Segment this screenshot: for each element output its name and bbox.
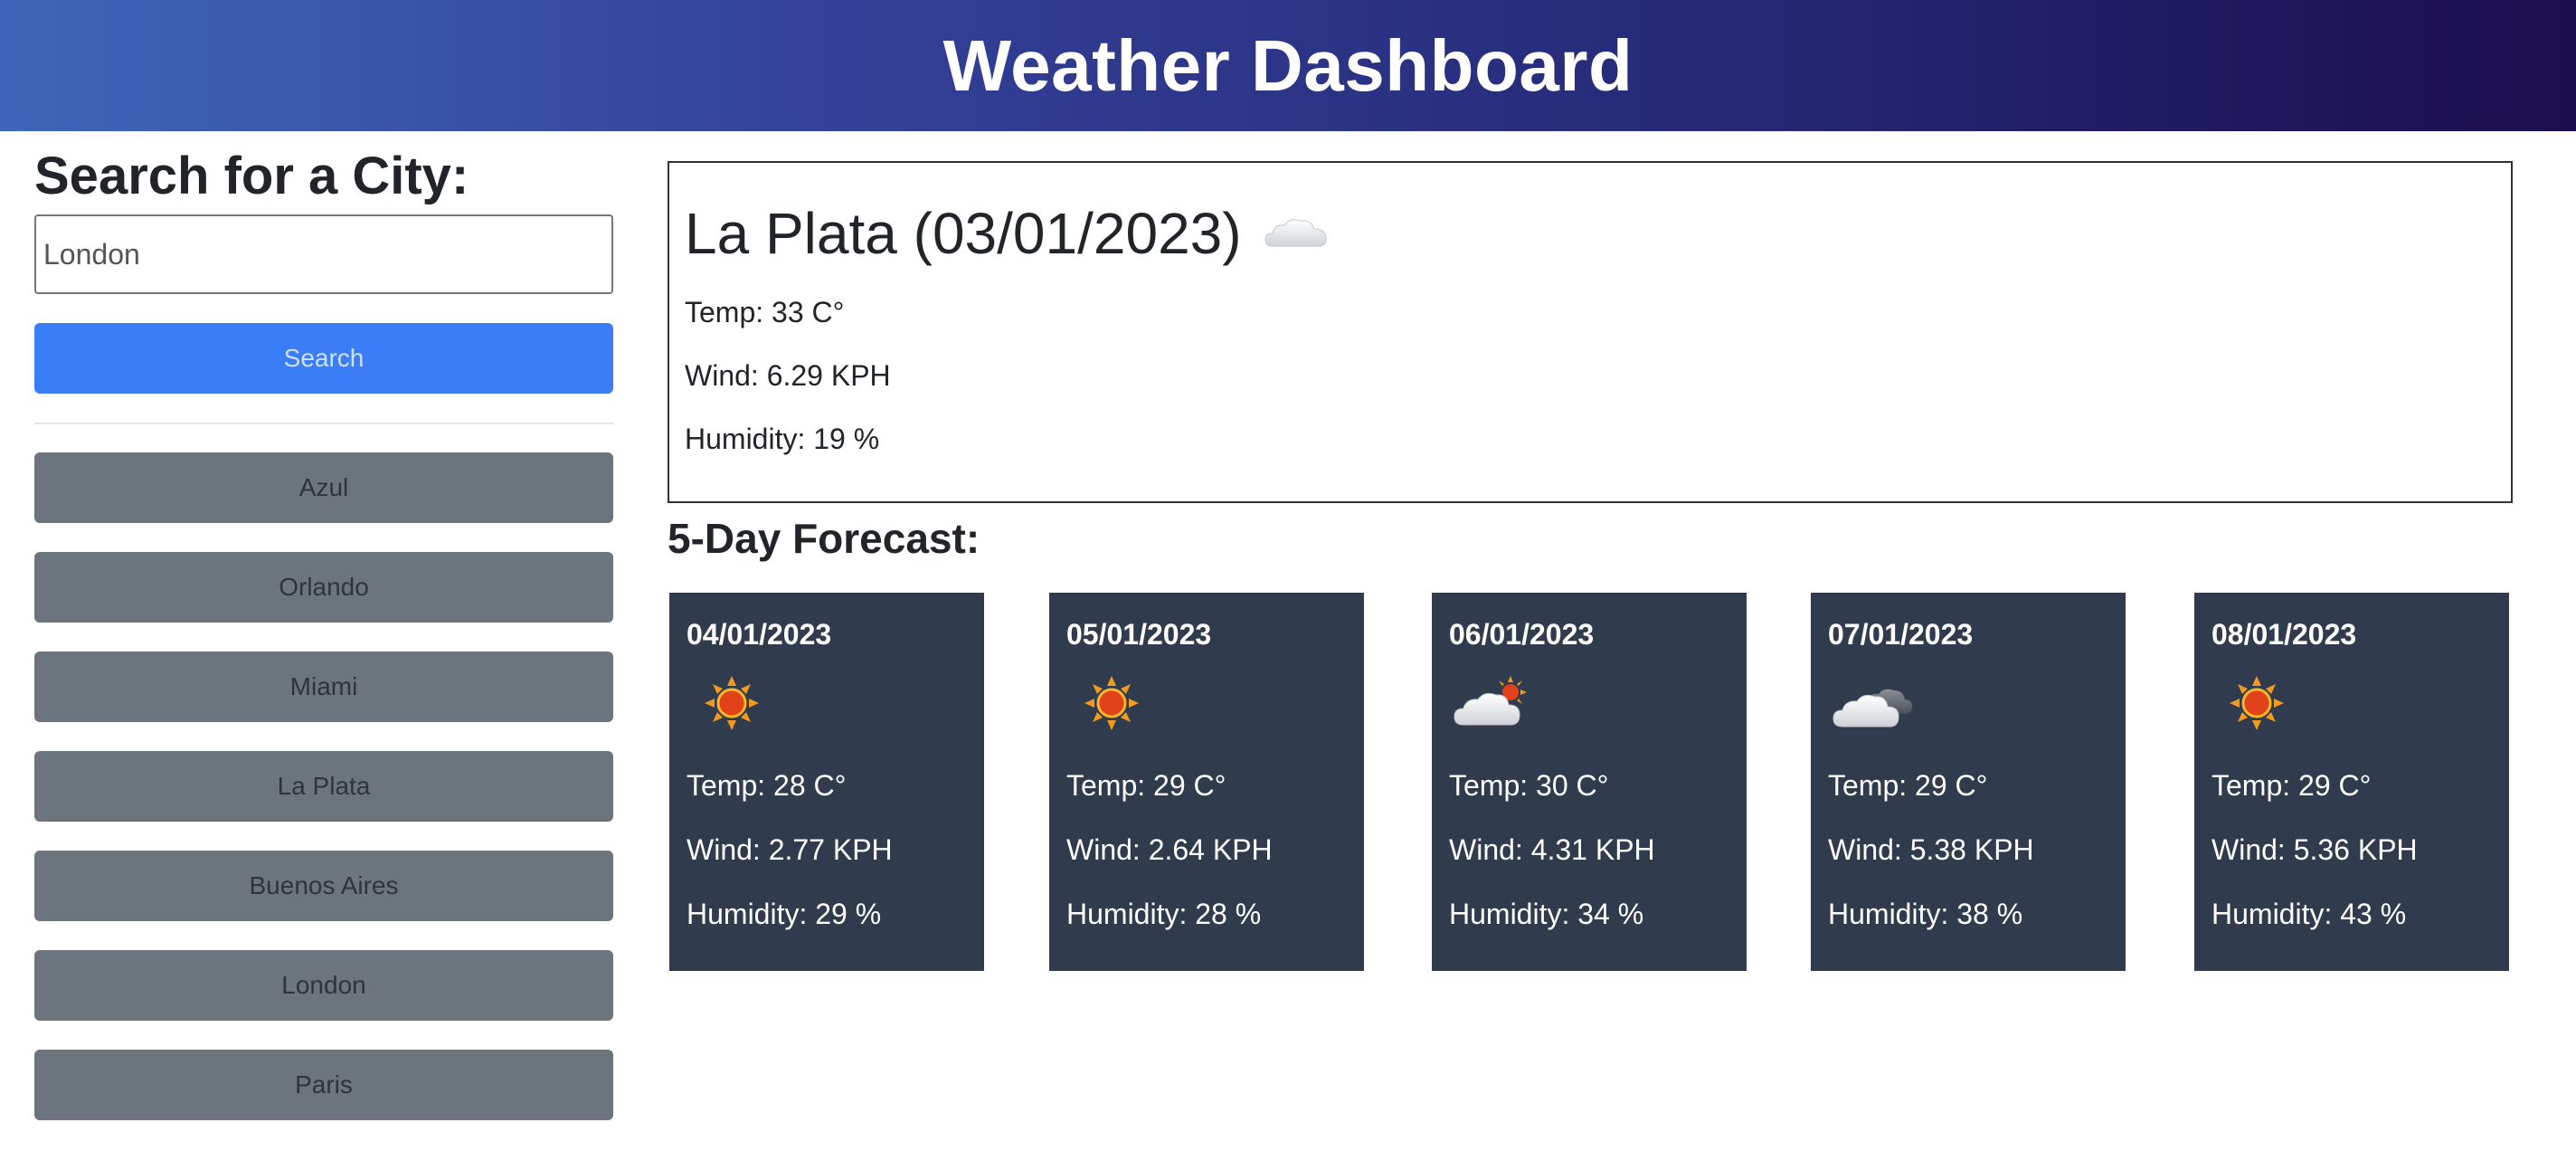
forecast-temp: Temp: 28 C°	[687, 769, 847, 802]
app-header: Weather Dashboard	[0, 0, 2576, 131]
forecast-date: 05/01/2023	[1066, 618, 1212, 651]
history-button-buenos-aires[interactable]: Buenos Aires	[34, 851, 613, 921]
forecast-card: 07/01/2023 Temp: 29 C° Wind: 5.38 KPH Hu…	[1811, 593, 2126, 971]
forecast-date: 04/01/2023	[687, 618, 832, 651]
forecast-heading: 5-Day Forecast:	[668, 515, 980, 562]
history-button-miami[interactable]: Miami	[34, 652, 613, 722]
sun-icon	[1084, 676, 1139, 730]
search-history-list: Azul Orlando Miami La Plata Buenos Aires…	[34, 452, 613, 1149]
sidebar-divider	[34, 423, 613, 424]
forecast-wind: Wind: 2.77 KPH	[687, 833, 893, 866]
cloud-icon	[1264, 219, 1327, 247]
current-city-title: La Plata (03/01/2023)	[685, 201, 1242, 266]
forecast-humidity: Humidity: 28 %	[1066, 898, 1262, 930]
history-button-la-plata[interactable]: La Plata	[34, 751, 613, 822]
forecast-humidity: Humidity: 29 %	[687, 898, 882, 930]
cloud-sun-icon	[1454, 676, 1527, 726]
forecast-date: 07/01/2023	[1828, 618, 1974, 651]
sun-icon	[2230, 676, 2284, 730]
sun-icon	[705, 676, 759, 730]
history-button-azul[interactable]: Azul	[34, 452, 613, 523]
city-search-input[interactable]	[34, 214, 613, 294]
forecast-card: 06/01/2023 Temp: 30 C° Wind: 4.31 KPH Hu…	[1432, 593, 1747, 971]
cloud-dark-icon	[1833, 689, 1913, 728]
forecast-temp: Temp: 30 C°	[1449, 769, 1609, 802]
forecast-humidity: Humidity: 43 %	[2211, 898, 2407, 930]
forecast-humidity: Humidity: 38 %	[1828, 898, 2023, 930]
search-heading: Search for a City:	[34, 147, 469, 205]
forecast-card: 05/01/2023 Temp: 29 C° Wind: 2.64 KPH Hu…	[1049, 593, 1364, 971]
history-button-orlando[interactable]: Orlando	[34, 552, 613, 623]
forecast-temp: Temp: 29 C°	[2211, 769, 2372, 802]
search-sidebar: Search for a City: Search Azul Orlando M…	[34, 136, 613, 1120]
forecast-wind: Wind: 5.38 KPH	[1828, 833, 2034, 866]
current-humidity: Humidity: 19 %	[685, 423, 880, 455]
forecast-card: 04/01/2023 Temp: 28 C° Wind: 2.77 KPH Hu…	[669, 593, 984, 971]
history-button-london[interactable]: London	[34, 950, 613, 1021]
search-button[interactable]: Search	[34, 323, 613, 394]
current-wind: Wind: 6.29 KPH	[685, 359, 891, 392]
forecast-date: 06/01/2023	[1449, 618, 1595, 651]
current-weather-header: La Plata (03/01/2023)	[685, 197, 2496, 270]
forecast-wind: Wind: 5.36 KPH	[2211, 833, 2418, 866]
current-weather-panel: La Plata (03/01/2023) Temp: 33 C° Wind: …	[668, 161, 2513, 503]
forecast-card: 08/01/2023 Temp: 29 C° Wind: 5.36 KPH Hu…	[2194, 593, 2509, 971]
forecast-wind: Wind: 4.31 KPH	[1449, 833, 1655, 866]
page-title: Weather Dashboard	[942, 24, 1634, 106]
forecast-humidity: Humidity: 34 %	[1449, 898, 1644, 930]
forecast-temp: Temp: 29 C°	[1828, 769, 1988, 802]
forecast-date: 08/01/2023	[2211, 618, 2357, 651]
forecast-cards: 04/01/2023 Temp: 28 C° Wind: 2.77 KPH Hu…	[669, 593, 2511, 971]
forecast-wind: Wind: 2.64 KPH	[1066, 833, 1273, 866]
history-button-paris[interactable]: Paris	[34, 1050, 613, 1120]
forecast-temp: Temp: 29 C°	[1066, 769, 1226, 802]
current-temp: Temp: 33 C°	[685, 296, 845, 328]
